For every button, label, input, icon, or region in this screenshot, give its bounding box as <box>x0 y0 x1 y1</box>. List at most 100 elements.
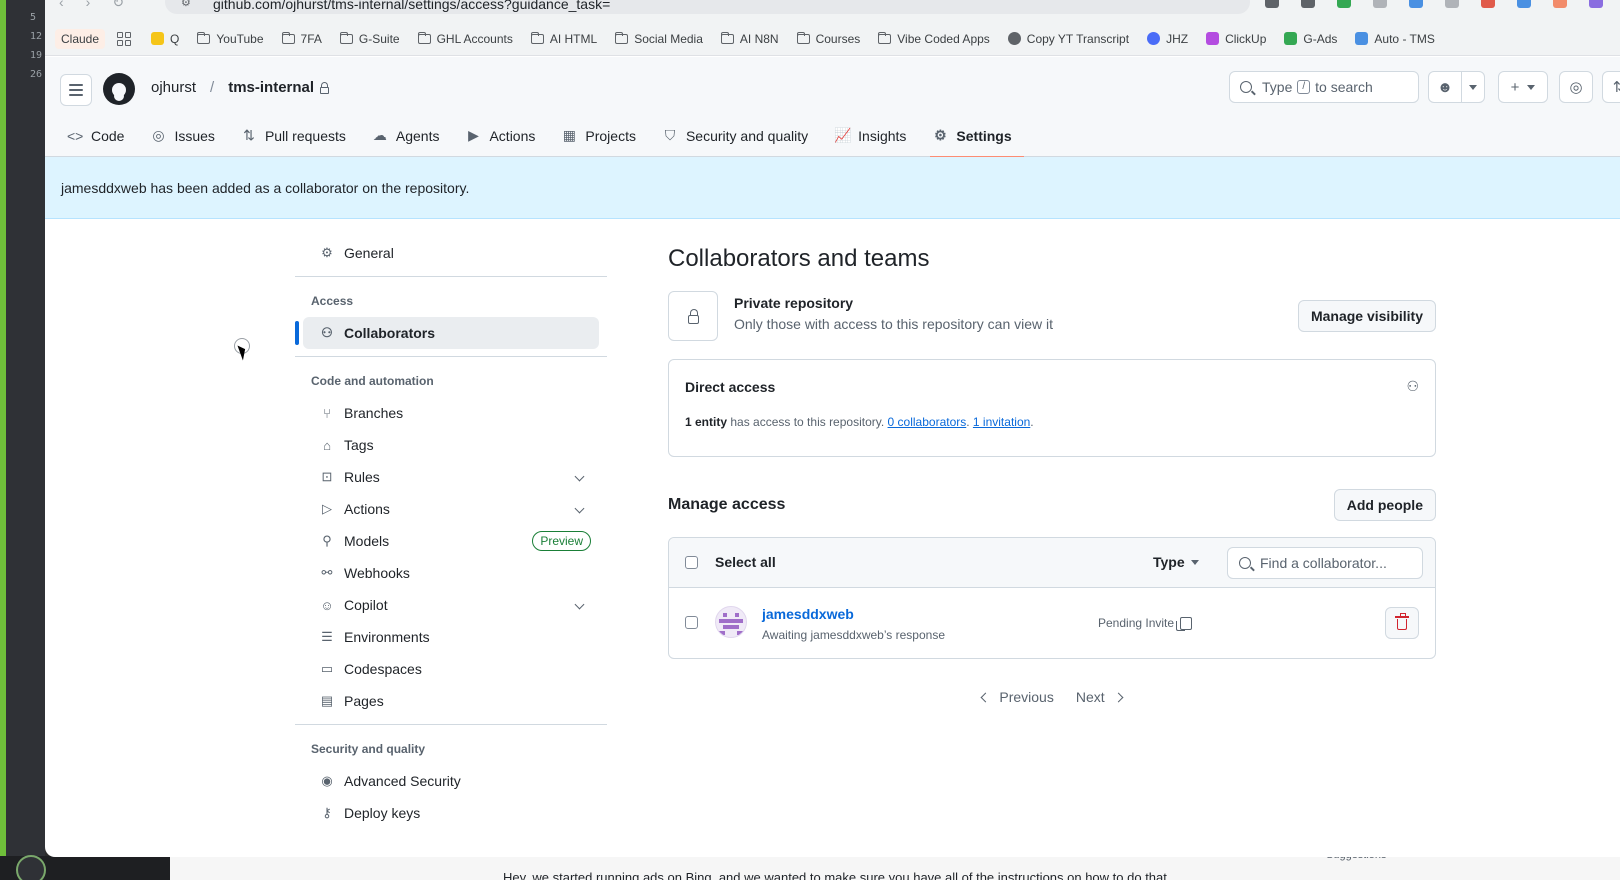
bookmark-folder[interactable]: AI HTML <box>530 31 597 46</box>
bookmark-folder[interactable]: Social Media <box>615 31 703 46</box>
repo-name-link[interactable]: tms-internal <box>228 79 314 96</box>
apps-grid-icon[interactable] <box>117 31 132 46</box>
pencil-icon[interactable] <box>16 855 46 880</box>
pages-icon: ▤ <box>320 693 334 708</box>
remove-collaborator-button[interactable] <box>1385 607 1419 639</box>
sidebar-item-deploy-keys[interactable]: ⚷ Deploy keys <box>303 797 599 829</box>
sidebar-item-pages[interactable]: ▤ Pages <box>303 685 599 717</box>
copilot-button[interactable]: ☻ <box>1428 71 1462 103</box>
repo-tabs: <> Code ◎ Issues ⇅ Pull requests ☁ Agents ▶ A… <box>65 114 1036 158</box>
extension-icon[interactable] <box>1265 0 1279 8</box>
sidebar-item-collaborators[interactable]: ⚇ Collaborators <box>295 317 599 349</box>
sidebar-item-codespaces[interactable]: ▭ Codespaces <box>303 653 599 685</box>
extension-icon[interactable] <box>1481 0 1495 8</box>
bookmark-folder[interactable]: GHL Accounts <box>417 31 513 46</box>
bookmark-folder[interactable]: YouTube <box>197 31 264 46</box>
address-bar[interactable]: ⚙ github.com/ojhurst/tms-internal/settin… <box>165 0 1250 14</box>
sidebar-item-copilot[interactable]: ☺ Copilot <box>303 589 599 621</box>
sidebar-divider <box>295 276 607 277</box>
sidebar-item-actions[interactable]: ▷ Actions <box>303 493 599 525</box>
tab-actions[interactable]: ▶ Actions <box>463 114 547 157</box>
add-people-button[interactable]: Add people <box>1333 489 1436 521</box>
folder-icon <box>796 31 810 44</box>
tab-agents[interactable]: ☁ Agents <box>370 114 452 157</box>
tab-settings[interactable]: ⚙ Settings <box>930 114 1024 158</box>
bookmark-g-ads[interactable]: G-Ads <box>1284 32 1337 46</box>
find-collaborator-input[interactable] <box>1227 547 1423 579</box>
tab-issues[interactable]: ◎ Issues <box>148 114 226 157</box>
select-all-checkbox[interactable] <box>685 556 698 569</box>
site-settings-icon[interactable]: ⚙ <box>181 0 191 9</box>
folder-icon <box>720 31 734 44</box>
bookmark-jhz[interactable]: JHZ <box>1147 32 1188 46</box>
collaborators-count-link[interactable]: 0 collaborators <box>888 415 967 429</box>
chevron-down-icon[interactable] <box>574 599 585 610</box>
sidebar-item-general[interactable]: ⚙ General <box>303 237 599 269</box>
collaborator-username-link[interactable]: jamesddxweb <box>762 606 854 622</box>
chevron-left-icon <box>980 692 991 702</box>
sidebar-divider <box>295 356 607 357</box>
sidebar-item-advanced-security[interactable]: ◉ Advanced Security <box>303 765 599 797</box>
bookmarks-bar: Claude Q YouTube 7FA G-Suite GHL Account… <box>45 22 1620 56</box>
row-checkbox[interactable] <box>685 616 698 629</box>
tab-pull-requests[interactable]: ⇅ Pull requests <box>239 114 358 157</box>
search-input[interactable]: Type / to search <box>1229 71 1419 103</box>
bookmark-star-icon[interactable] <box>1301 0 1315 8</box>
extension-icon[interactable] <box>1553 0 1567 8</box>
bookmark-folder[interactable]: AI N8N <box>720 31 779 46</box>
chevron-right-icon <box>1113 692 1124 702</box>
table-row: jamesddxweb Awaiting jamesddxweb’s respo… <box>669 588 1435 658</box>
copilot-menu-button[interactable] <box>1461 71 1485 103</box>
extension-icon[interactable] <box>1337 0 1351 8</box>
bookmark-folder[interactable]: Vibe Coded Apps <box>878 31 990 46</box>
bookmark-folder[interactable]: 7FA <box>281 31 322 46</box>
sidebar-item-environments[interactable]: ☰ Environments <box>303 621 599 653</box>
chevron-down-icon[interactable] <box>574 471 585 482</box>
github-logo-icon[interactable] <box>103 73 135 105</box>
gear-icon: ⚙ <box>934 127 947 143</box>
bookmark-folder[interactable]: G-Suite <box>339 31 400 46</box>
manage-visibility-button[interactable]: Manage visibility <box>1297 300 1436 332</box>
sidebar-item-branches[interactable]: ⑂ Branches <box>303 397 599 429</box>
issues-button[interactable]: ◎ <box>1559 71 1593 103</box>
nav-arrows-icon[interactable]: ‹›↻ <box>59 0 146 11</box>
menu-button[interactable] <box>60 74 92 106</box>
repo-owner-link[interactable]: ojhurst <box>151 79 196 96</box>
tab-insights[interactable]: 📈 Insights <box>832 114 918 157</box>
bookmark-clickup[interactable]: ClickUp <box>1206 32 1266 46</box>
avatar[interactable] <box>715 606 747 638</box>
tab-projects[interactable]: ▦ Projects <box>559 114 648 157</box>
sidebar-heading-security: Security and quality <box>311 742 426 756</box>
type-filter-dropdown[interactable]: Type <box>1153 554 1199 570</box>
extension-icon[interactable] <box>1589 0 1603 8</box>
create-new-button[interactable]: + <box>1498 71 1548 103</box>
previous-page-button[interactable]: Previous <box>980 689 1054 705</box>
keyboard-shortcut: / <box>1297 80 1311 94</box>
chevron-down-icon[interactable] <box>574 503 585 514</box>
extension-icon[interactable] <box>1373 0 1387 8</box>
line-number: 12 <box>30 31 43 42</box>
sidebar-item-webhooks[interactable]: ⚯ Webhooks <box>303 557 599 589</box>
bookmark-copy-yt-transcript[interactable]: Copy YT Transcript <box>1007 32 1129 46</box>
tab-code[interactable]: <> Code <box>65 114 136 157</box>
code-icon: <> <box>67 127 84 144</box>
extension-icon[interactable] <box>1517 0 1531 8</box>
bookmark-auto-tms[interactable]: Auto - TMS <box>1355 32 1435 46</box>
extension-icon[interactable] <box>1445 0 1459 8</box>
sidebar-item-tags[interactable]: ⌂ Tags <box>303 429 599 461</box>
select-all-label[interactable]: Select all <box>715 554 776 570</box>
copy-icon[interactable] <box>1176 616 1193 631</box>
extensions <box>1265 0 1620 8</box>
sidebar-item-models[interactable]: ⚲ Models Preview <box>303 525 599 557</box>
sidebar-item-rules[interactable]: ⊡ Rules <box>303 461 599 493</box>
invitations-count-link[interactable]: 1 invitation <box>973 415 1030 429</box>
chevron-down-icon <box>1527 84 1536 90</box>
bookmark-q[interactable]: Q <box>151 32 179 46</box>
pull-requests-button[interactable]: ⇅ <box>1602 71 1620 103</box>
extension-icon[interactable] <box>1409 0 1423 8</box>
bookmark-claude[interactable]: Claude <box>55 28 106 49</box>
next-page-button[interactable]: Next <box>1076 689 1124 705</box>
tab-security-and-quality[interactable]: ⛉ Security and quality <box>660 114 820 157</box>
bookmark-folder[interactable]: Courses <box>796 31 860 46</box>
environments-icon: ☰ <box>321 629 333 644</box>
